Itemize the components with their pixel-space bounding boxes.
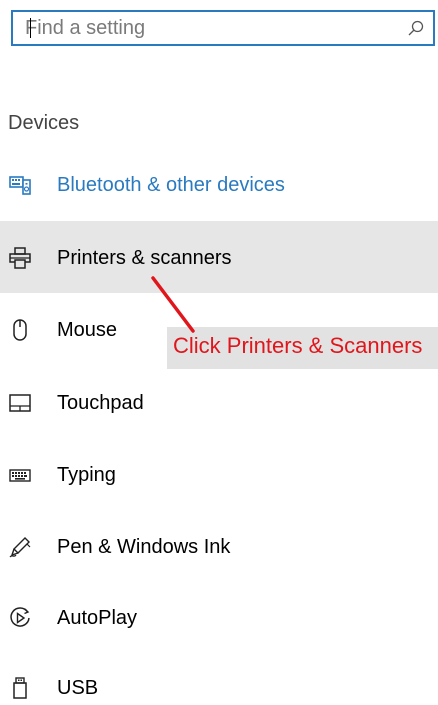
nav-item-pen-windows-ink[interactable]: Pen & Windows Ink: [0, 509, 438, 581]
nav-label: Touchpad: [57, 392, 144, 414]
bluetooth-devices-icon: [9, 176, 31, 195]
search-box[interactable]: [11, 10, 435, 46]
printer-icon: [9, 247, 31, 269]
search-input[interactable]: [21, 12, 405, 44]
search-icon[interactable]: [407, 19, 425, 37]
section-header: Devices: [8, 112, 80, 134]
nav-label: Typing: [57, 464, 116, 486]
nav-label: Printers & scanners: [57, 247, 232, 269]
nav-label: Pen & Windows Ink: [57, 536, 231, 558]
nav-item-usb[interactable]: USB: [0, 653, 438, 705]
usb-icon: [13, 677, 27, 699]
nav-item-typing[interactable]: Typing: [0, 437, 438, 509]
nav-item-bluetooth[interactable]: Bluetooth & other devices: [0, 150, 438, 222]
nav-label: Bluetooth & other devices: [57, 174, 285, 196]
nav-label: Mouse: [57, 319, 118, 341]
annotation-callout: Click Printers & Scanners: [167, 327, 438, 369]
nav-label: AutoPlay: [57, 607, 138, 629]
pen-icon: [9, 537, 31, 558]
touchpad-icon: [9, 394, 31, 412]
autoplay-icon: [10, 607, 30, 627]
nav-label: USB: [57, 677, 99, 699]
text-caret: [30, 18, 31, 38]
nav-item-autoplay[interactable]: AutoPlay: [0, 581, 438, 653]
nav-item-printers-scanners[interactable]: Printers & scanners: [0, 221, 438, 293]
annotation-text: Click Printers & Scanners: [173, 333, 423, 358]
nav-item-touchpad[interactable]: Touchpad: [0, 365, 438, 437]
keyboard-icon: [9, 469, 31, 482]
settings-devices-page: Devices Bluetooth & other devices Printe…: [0, 0, 438, 705]
mouse-icon: [13, 319, 27, 341]
